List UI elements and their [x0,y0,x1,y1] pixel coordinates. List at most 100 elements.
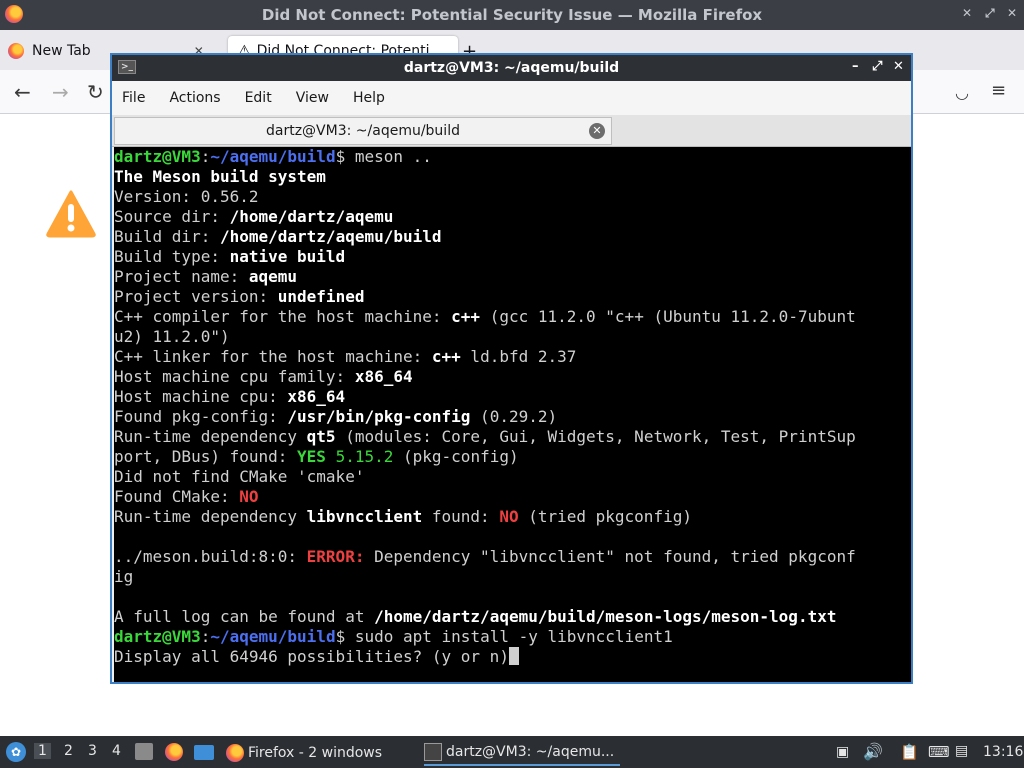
clipboard-icon[interactable]: 📋 [900,743,919,761]
close-icon[interactable]: ✕ [893,59,904,74]
terminal-text: /home/dartz/aqemu/build [219,227,442,246]
firefox-launcher-icon[interactable] [165,743,183,761]
terminal-text: (tried pkgconfig) [518,507,692,526]
terminal-line: ../meson.build:8:0: ERROR: Dependency "l… [114,547,911,567]
close-icon[interactable]: ✕ [1007,6,1017,20]
terminal-text: dartz@VM3 [114,627,201,646]
terminal-line: Run-time dependency qt5 (modules: Core, … [114,427,911,447]
terminal-text: found: [422,507,500,526]
menu-icon[interactable]: ≡ [991,80,1006,101]
tab-close-icon[interactable]: ✕ [589,123,605,139]
terminal-text: Run-time dependency [114,427,307,446]
desktop-icon[interactable] [194,745,214,760]
terminal-text: /home/dartz/aqemu/build/meson-logs/meson… [374,607,837,626]
terminal-text: native build [229,247,346,266]
minimize-icon[interactable]: ✕ [962,6,972,20]
terminal-text: YES [297,447,326,466]
menu-file[interactable]: File [122,90,145,106]
terminal-line: Project version: undefined [114,287,911,307]
menu-help[interactable]: Help [353,90,385,106]
terminal-line: Run-time dependency libvncclient found: … [114,507,911,527]
terminal-line: C++ compiler for the host machine: c++ (… [114,307,911,327]
terminal-text: NO [239,487,259,506]
terminal-text: /usr/bin/pkg-config [287,407,471,426]
terminal-text: (0.29.2) [470,407,558,426]
terminal-line: Found CMake: NO [114,487,911,507]
terminal-line: A full log can be found at /home/dartz/a… [114,607,911,627]
tab-label: New Tab [32,43,91,59]
workspace-2[interactable]: 2 [64,743,73,759]
minimize-icon[interactable]: – [852,59,859,74]
firefox-logo-icon [5,5,23,23]
task-firefox[interactable]: Firefox - 2 windows [226,740,416,766]
workspace-1[interactable]: 1 [34,743,51,759]
terminal-text: 5.15.2 [335,447,394,466]
maximize-icon[interactable]: ⤢ [985,6,995,21]
terminal-text: Did not find CMake 'cmake' [114,467,365,486]
terminal-text: c++ [451,307,481,326]
terminal-text: (gcc 11.2.0 "c++ (Ubuntu 11.2.0-7ubunt [480,307,856,326]
terminal-text: $ meson .. [335,147,432,166]
terminal-line: Found pkg-config: /usr/bin/pkg-config (0… [114,407,911,427]
terminal-line: Host machine cpu: x86_64 [114,387,911,407]
terminal-text: $ sudo apt install -y libvncclient1 [335,627,673,646]
terminal-text: dartz@VM3 [114,147,201,166]
terminal-text: Build dir: [114,227,220,246]
pocket-icon[interactable]: ◡ [955,83,969,102]
terminal-text: libvncclient [306,507,423,526]
terminal-text: ig [114,567,134,586]
menu-actions[interactable]: Actions [169,90,220,106]
terminal-app-icon: >_ [118,60,136,74]
start-menu-icon[interactable]: ✿ [6,742,26,762]
terminal-text: c++ [431,347,461,366]
terminal-text: Found CMake: [114,487,240,506]
terminal-text: ld.bfd 2.37 [460,347,577,366]
terminal-titlebar[interactable]: >_ dartz@VM3: ~/aqemu/build – ⤢ ✕ [112,55,911,81]
terminal-menubar: File Actions Edit View Help [112,81,911,115]
terminal-text: ~/aqemu/build [210,147,336,166]
terminal-text: port, DBus) found: [114,447,298,466]
forward-icon[interactable]: → [52,80,69,104]
reload-icon[interactable]: ↻ [87,80,104,104]
terminal-line: dartz@VM3:~/aqemu/build$ meson .. [114,147,911,167]
terminal-text: C++ compiler for the host machine: [114,307,452,326]
menu-edit[interactable]: Edit [245,90,272,106]
terminal-line: Project name: aqemu [114,267,911,287]
taskbar: ✿ 1 2 3 4 Firefox - 2 windows dartz@VM3:… [0,736,1024,768]
terminal-text: Project name: [114,267,249,286]
back-icon[interactable]: ← [14,80,31,104]
notification-icon[interactable]: ▣ [836,744,849,760]
task-terminal[interactable]: dartz@VM3: ~/aqemu... [424,740,620,766]
terminal-tabbar: dartz@VM3: ~/aqemu/build ✕ [112,115,911,147]
workspace-4[interactable]: 4 [112,743,121,759]
terminal-text: x86_64 [287,387,346,406]
terminal-line: ig [114,567,911,587]
terminal-window[interactable]: >_ dartz@VM3: ~/aqemu/build – ⤢ ✕ File A… [110,53,913,684]
terminal-text: Project version: [114,287,278,306]
terminal-line: Host machine cpu family: x86_64 [114,367,911,387]
terminal-window-title: dartz@VM3: ~/aqemu/build [403,60,620,76]
terminal-tab[interactable]: dartz@VM3: ~/aqemu/build ✕ [114,117,612,145]
terminal-line: Did not find CMake 'cmake' [114,467,911,487]
terminal-text: Source dir: [114,207,230,226]
network-icon[interactable]: ▤ [955,743,968,759]
maximize-icon[interactable]: ⤢ [872,59,882,74]
clock[interactable]: 13:16 [983,744,1023,760]
terminal-output[interactable]: dartz@VM3:~/aqemu/build$ meson .. The Mes… [114,147,911,682]
terminal-line: C++ linker for the host machine: c++ ld.… [114,347,911,367]
terminal-text: : [200,147,211,166]
keyboard-icon[interactable]: ⌨ [928,743,950,761]
terminal-text: x86_64 [354,367,413,386]
terminal-line: port, DBus) found: YES 5.15.2 (pkg-confi… [114,447,911,467]
warning-icon [46,190,96,238]
volume-icon[interactable]: 🔊 [863,742,883,761]
terminal-text: Version: 0.56.2 [114,187,259,206]
workspace-3[interactable]: 3 [88,743,97,759]
terminal-text: ~/aqemu/build [210,627,336,646]
terminal-text: Dependency "libvncclient" not found, tri… [364,547,856,566]
menu-view[interactable]: View [296,90,329,106]
file-manager-icon[interactable] [135,743,153,760]
firefox-task-icon [226,744,244,762]
